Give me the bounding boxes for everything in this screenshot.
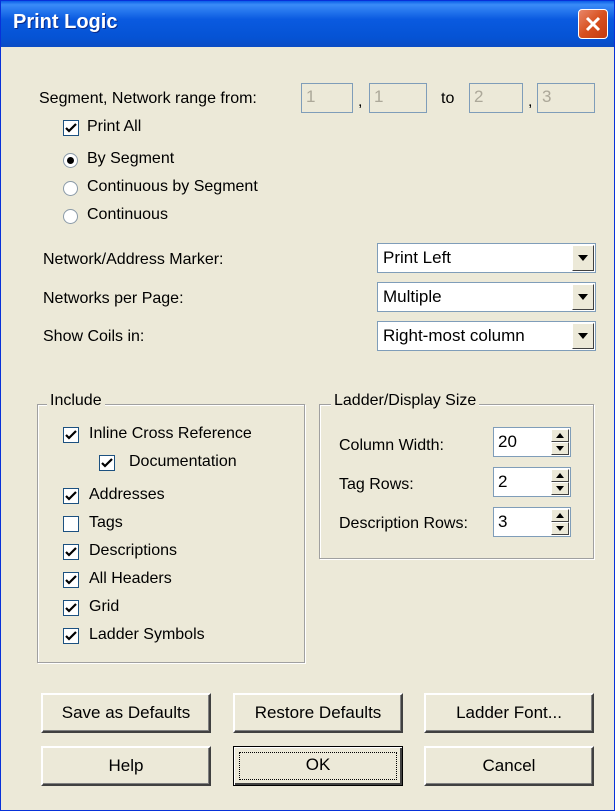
coils-value: Right-most column	[383, 326, 525, 345]
description-rows-up-button[interactable]	[551, 509, 569, 522]
coils-select[interactable]: Right-most column	[377, 321, 596, 351]
per-page-dropdown-button[interactable]	[572, 284, 594, 310]
tag-rows-spinner[interactable]: 2	[493, 467, 571, 497]
dialog-title: Print Logic	[13, 11, 118, 33]
arrow-down-icon	[556, 446, 564, 451]
radio-continuous[interactable]	[63, 209, 78, 224]
marker-select[interactable]: Print Left	[377, 243, 596, 273]
tag-rows-up-button[interactable]	[551, 469, 569, 482]
range-comma-2: ,	[528, 93, 533, 110]
inline-cross-reference-label: Inline Cross Reference	[89, 425, 252, 442]
chevron-down-icon	[578, 255, 588, 261]
ok-button[interactable]: OK	[233, 746, 403, 786]
documentation-checkbox[interactable]	[99, 455, 115, 471]
ladder-font-button[interactable]: Ladder Font...	[424, 693, 594, 733]
grid-label: Grid	[89, 598, 120, 615]
coils-label: Show Coils in:	[43, 328, 145, 345]
description-rows-down-button[interactable]	[551, 522, 569, 535]
radio-by-segment-label: By Segment	[87, 150, 175, 167]
tags-label: Tags	[89, 514, 123, 531]
documentation-label: Documentation	[129, 453, 237, 470]
column-width-up-button[interactable]	[551, 429, 569, 442]
checkmark-icon	[65, 491, 77, 501]
radio-dot	[67, 157, 74, 164]
tag-rows-down-button[interactable]	[551, 482, 569, 495]
close-button[interactable]	[578, 9, 608, 39]
coils-dropdown-button[interactable]	[572, 323, 594, 349]
grid-checkbox[interactable]	[63, 600, 79, 616]
per-page-label: Networks per Page:	[43, 290, 184, 307]
arrow-up-icon	[556, 473, 564, 478]
all-headers-checkbox[interactable]	[63, 572, 79, 588]
print-all-checkbox[interactable]	[63, 120, 79, 136]
description-rows-label: Description Rows:	[339, 515, 468, 532]
arrow-up-icon	[556, 513, 564, 518]
from-segment-field[interactable]: 1	[301, 83, 353, 113]
chevron-down-icon	[578, 333, 588, 339]
to-segment-field[interactable]: 2	[469, 83, 523, 113]
checkmark-icon	[101, 458, 113, 468]
marker-label: Network/Address Marker:	[43, 251, 224, 268]
cancel-button[interactable]: Cancel	[424, 746, 594, 786]
description-rows-value: 3	[498, 512, 508, 531]
description-rows-spinner[interactable]: 3	[493, 507, 571, 537]
checkmark-icon	[65, 430, 77, 440]
checkmark-icon	[65, 547, 77, 557]
range-to-label: to	[441, 90, 455, 107]
close-icon	[585, 16, 601, 32]
radio-continuous-label: Continuous	[87, 206, 168, 223]
ladder-symbols-checkbox[interactable]	[63, 628, 79, 644]
column-width-label: Column Width:	[339, 437, 444, 454]
checkmark-icon	[65, 631, 77, 641]
help-button[interactable]: Help	[41, 746, 211, 786]
column-width-down-button[interactable]	[551, 442, 569, 455]
addresses-label: Addresses	[89, 486, 165, 503]
include-legend: Include	[47, 392, 105, 410]
addresses-checkbox[interactable]	[63, 488, 79, 504]
marker-value: Print Left	[383, 248, 452, 267]
range-comma: ,	[358, 93, 363, 110]
column-width-spinner[interactable]: 20	[493, 427, 571, 457]
restore-defaults-button[interactable]: Restore Defaults	[233, 693, 403, 733]
all-headers-label: All Headers	[89, 570, 172, 587]
title-bar[interactable]: Print Logic	[1, 1, 614, 47]
to-network-field[interactable]: 3	[537, 83, 595, 113]
ladder-symbols-label: Ladder Symbols	[89, 626, 205, 643]
per-page-value: Multiple	[383, 287, 442, 306]
tags-checkbox[interactable]	[63, 516, 79, 532]
marker-dropdown-button[interactable]	[572, 245, 594, 271]
range-label: Segment, Network range from:	[39, 90, 257, 107]
arrow-up-icon	[556, 433, 564, 438]
chevron-down-icon	[578, 294, 588, 300]
descriptions-checkbox[interactable]	[63, 544, 79, 560]
from-network-field[interactable]: 1	[369, 83, 427, 113]
save-as-defaults-button[interactable]: Save as Defaults	[41, 693, 211, 733]
arrow-down-icon	[556, 486, 564, 491]
column-width-value: 20	[498, 432, 517, 451]
checkmark-icon	[65, 603, 77, 613]
display-size-legend: Ladder/Display Size	[331, 392, 480, 410]
arrow-down-icon	[556, 526, 564, 531]
radio-continuous-by-segment[interactable]	[63, 181, 78, 196]
focus-rectangle	[239, 752, 397, 780]
per-page-select[interactable]: Multiple	[377, 282, 596, 312]
checkmark-icon	[65, 123, 77, 133]
print-all-label: Print All	[87, 118, 142, 135]
tag-rows-value: 2	[498, 472, 508, 491]
descriptions-label: Descriptions	[89, 542, 178, 559]
tag-rows-label: Tag Rows:	[339, 476, 414, 493]
checkmark-icon	[65, 575, 77, 585]
inline-cross-reference-checkbox[interactable]	[63, 427, 79, 443]
radio-continuous-by-segment-label: Continuous by Segment	[87, 178, 258, 195]
radio-by-segment[interactable]	[63, 153, 78, 168]
print-logic-dialog: Print Logic Segment, Network range from:…	[0, 0, 615, 811]
